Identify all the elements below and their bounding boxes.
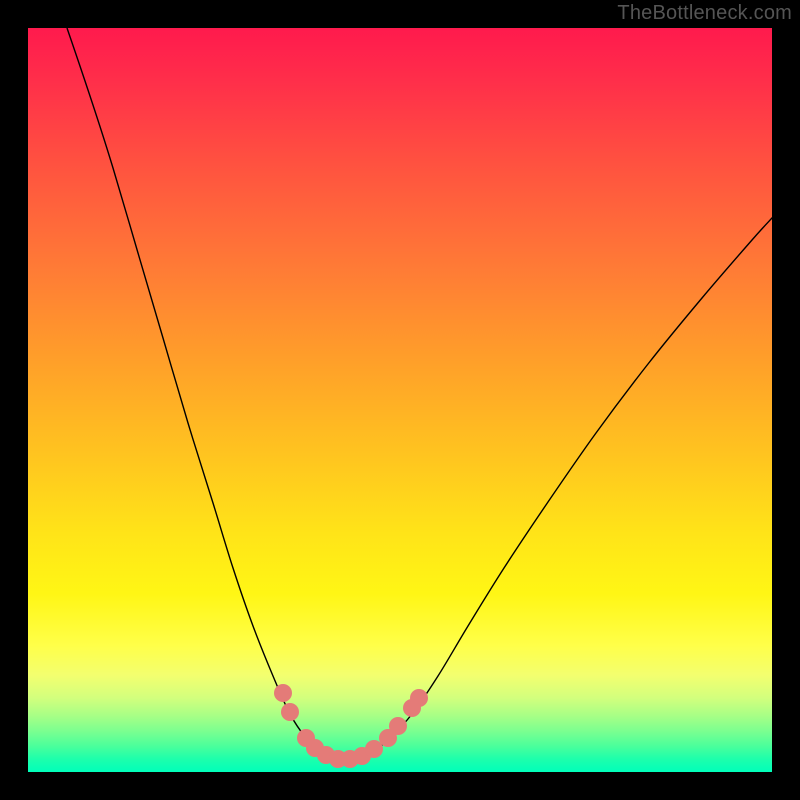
data-marker (274, 684, 292, 702)
data-marker (389, 717, 407, 735)
data-marker (410, 689, 428, 707)
plot-area (28, 28, 772, 772)
data-marker (281, 703, 299, 721)
watermark-label: TheBottleneck.com (617, 2, 792, 25)
data-marker (365, 740, 383, 758)
chart-frame: TheBottleneck.com (0, 0, 800, 800)
data-markers (28, 28, 772, 772)
